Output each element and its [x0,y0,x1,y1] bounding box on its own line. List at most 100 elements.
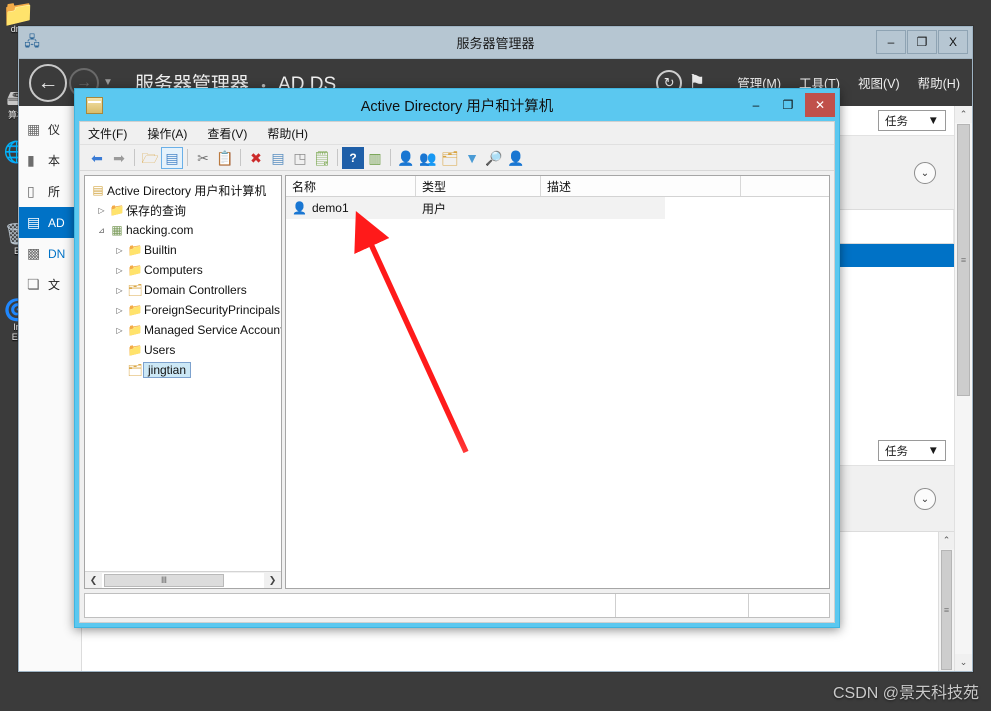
expander-icon[interactable]: ▷ [113,286,126,295]
export-list-icon[interactable]: 🗒 [311,147,333,169]
expander-icon[interactable]: ▷ [113,326,126,335]
menu-action[interactable]: 操作(A) [147,125,187,142]
tree-node-label: Managed Service Accounts [144,323,281,337]
ou-icon: 🗂 [127,283,143,297]
tree-horizontal-scrollbar[interactable]: ❮ Ⅲ ❯ [85,571,281,588]
events-list-scrollbar[interactable]: ⌃ ≡ [938,532,954,671]
expander-icon[interactable]: ▷ [95,206,108,215]
tree-node-domain[interactable]: ⊿ ▦ hacking.com [85,220,281,240]
new-user-icon[interactable]: 👤 [395,147,417,169]
console-window-icon[interactable]: ▥ [364,147,386,169]
expander-icon[interactable]: ▷ [113,306,126,315]
scrollbar-thumb[interactable]: ≡ [957,124,970,396]
sidebar-item-dashboard[interactable]: ▦ 仪 [19,114,81,145]
column-description[interactable]: 描述 [541,176,741,196]
domain-icon: ▦ [111,223,123,237]
menu-help[interactable]: 帮助(H) [267,125,308,142]
close-button[interactable]: ✕ [805,93,835,117]
aduc-statusbar [84,593,830,618]
sidebar-item-label: 文 [48,278,61,292]
tree-node-jingtian[interactable]: 🗂 jingtian [85,360,281,380]
cut-icon[interactable]: ✂ [192,147,214,169]
up-folder-icon[interactable]: 🗁 [139,147,161,169]
aduc-window-controls: – ❐ ✕ [739,93,835,117]
chevron-down-icon[interactable]: ▼ [103,77,113,88]
folder-icon: 📁 [127,243,143,257]
list-item[interactable]: 👤 demo1 用户 [286,197,665,219]
scroll-down-arrow[interactable]: ⌄ [955,654,972,671]
find-icon[interactable]: 🔎 [483,147,505,169]
saved-query-icon[interactable]: 👤 [505,147,527,169]
minimize-button[interactable]: – [741,93,771,117]
scroll-track[interactable]: Ⅲ [102,572,264,588]
chevron-down-circle-icon[interactable]: ⌄ [914,488,936,510]
scroll-left-arrow[interactable]: ❮ [85,575,102,586]
sidebar-item-dns[interactable]: ▩ DN [19,238,81,269]
tree-node-managed-service-accounts[interactable]: ▷ 📁 Managed Service Accounts [85,320,281,340]
server-manager-vertical-scrollbar[interactable]: ⌃ ≡ ⌄ [954,106,972,671]
expander-icon[interactable]: ▷ [113,266,126,275]
cell-name-text: demo1 [311,201,349,215]
aduc-panes: ▤ Active Directory 用户和计算机 ▷ 📁 保存的查询 ⊿ ▦ … [80,171,834,593]
ou-icon: 🗂 [127,363,143,377]
watermark: CSDN @景天科技苑 [832,685,979,702]
properties-icon[interactable]: ▤ [267,147,289,169]
tasks-button-events[interactable]: 任务 ▼ [878,440,946,461]
sidebar-item-ad-ds[interactable]: ▤ AD [19,207,81,238]
forward-icon[interactable]: ➡ [108,147,130,169]
back-arrow-icon[interactable]: ← [29,63,67,102]
aduc-menubar: 文件(F) 操作(A) 查看(V) 帮助(H) [80,122,834,145]
server-manager-titlebar[interactable]: 🖧 服务器管理器 – ❐ X [19,27,972,59]
expander-icon[interactable]: ⊿ [95,226,108,235]
back-icon[interactable]: ⬅ [86,147,108,169]
tree-node-saved-queries[interactable]: ▷ 📁 保存的查询 [85,200,281,220]
tree-node-label: Users [144,343,176,357]
scroll-right-arrow[interactable]: ❯ [264,575,281,586]
maximize-button[interactable]: ❐ [773,93,803,117]
sidebar-item-all-servers[interactable]: ▯ 所 [19,176,81,207]
menu-file[interactable]: 文件(F) [88,125,127,142]
new-group-icon[interactable]: 👥 [417,147,439,169]
scroll-up-arrow[interactable]: ⌃ [939,532,954,549]
tree-node-foreign-security-principals[interactable]: ▷ 📁 ForeignSecurityPrincipals [85,300,281,320]
close-button[interactable]: X [938,30,968,54]
maximize-button[interactable]: ❐ [907,30,937,54]
new-ou-icon[interactable]: 🗂 [439,147,461,169]
chevron-down-circle-icon[interactable]: ⌄ [914,162,936,184]
tree-node-label: jingtian [143,362,192,378]
column-name[interactable]: 名称 [286,176,416,196]
tree-node-builtin[interactable]: ▷ 📁 Builtin [85,240,281,260]
menu-view[interactable]: 视图(V) [858,73,900,92]
column-type[interactable]: 类型 [416,176,541,196]
expander-icon[interactable]: ▷ [113,246,126,255]
tree-node-domain-controllers[interactable]: ▷ 🗂 Domain Controllers [85,280,281,300]
minimize-button[interactable]: – [876,30,906,54]
file-storage-icon: ❏ [27,276,40,292]
filter-icon[interactable]: ▼ [461,147,483,169]
sidebar-item-label: AD [48,215,65,230]
user-icon: 👤 [292,201,307,215]
scrollbar-thumb[interactable]: Ⅲ [104,573,224,587]
tree-node-root[interactable]: ▤ Active Directory 用户和计算机 [85,180,281,200]
menu-help[interactable]: 帮助(H) [918,73,960,92]
column-filler [741,176,829,196]
help-icon[interactable]: ? [342,146,364,169]
scroll-up-arrow[interactable]: ⌃ [955,106,972,123]
sidebar-item-local-server[interactable]: ▮ 本 [19,145,81,176]
menu-view[interactable]: 查看(V) [207,125,247,142]
tree-node-label: Active Directory 用户和计算机 [107,183,267,198]
tree-node-computers[interactable]: ▷ 📁 Computers [85,260,281,280]
tree-node-label: Builtin [144,243,177,257]
server-manager-window-controls: – ❐ X [876,30,968,54]
paste-icon[interactable]: 📋 [214,147,236,169]
sidebar-item-file-storage[interactable]: ❏ 文 [19,269,81,300]
tasks-button-servers[interactable]: 任务 ▼ [878,110,946,131]
tree-node-users[interactable]: 📁 Users [85,340,281,360]
server-manager-sidebar: ▦ 仪 ▮ 本 ▯ 所 ▤ AD ▩ DN ❏ 文 [19,106,82,671]
refresh-icon[interactable]: ◳ [289,147,311,169]
show-hide-tree-icon[interactable]: ▤ [161,146,183,169]
delete-icon[interactable]: ✖ [245,147,267,169]
tree-node-label: Computers [144,263,203,277]
scrollbar-thumb[interactable]: ≡ [941,550,952,670]
aduc-titlebar[interactable]: Active Directory 用户和计算机 – ❐ ✕ [75,89,839,121]
